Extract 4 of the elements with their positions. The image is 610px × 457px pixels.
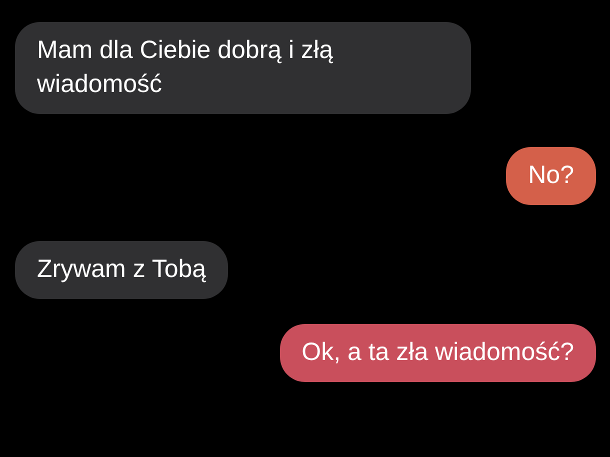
message-bubble: Zrywam z Tobą: [15, 241, 228, 299]
message-bubble: Mam dla Ciebie dobrą i złą wiadomość: [15, 22, 471, 114]
message-bubble: Ok, a ta zła wiadomość?: [280, 324, 596, 382]
message-bubble: No?: [506, 147, 596, 205]
